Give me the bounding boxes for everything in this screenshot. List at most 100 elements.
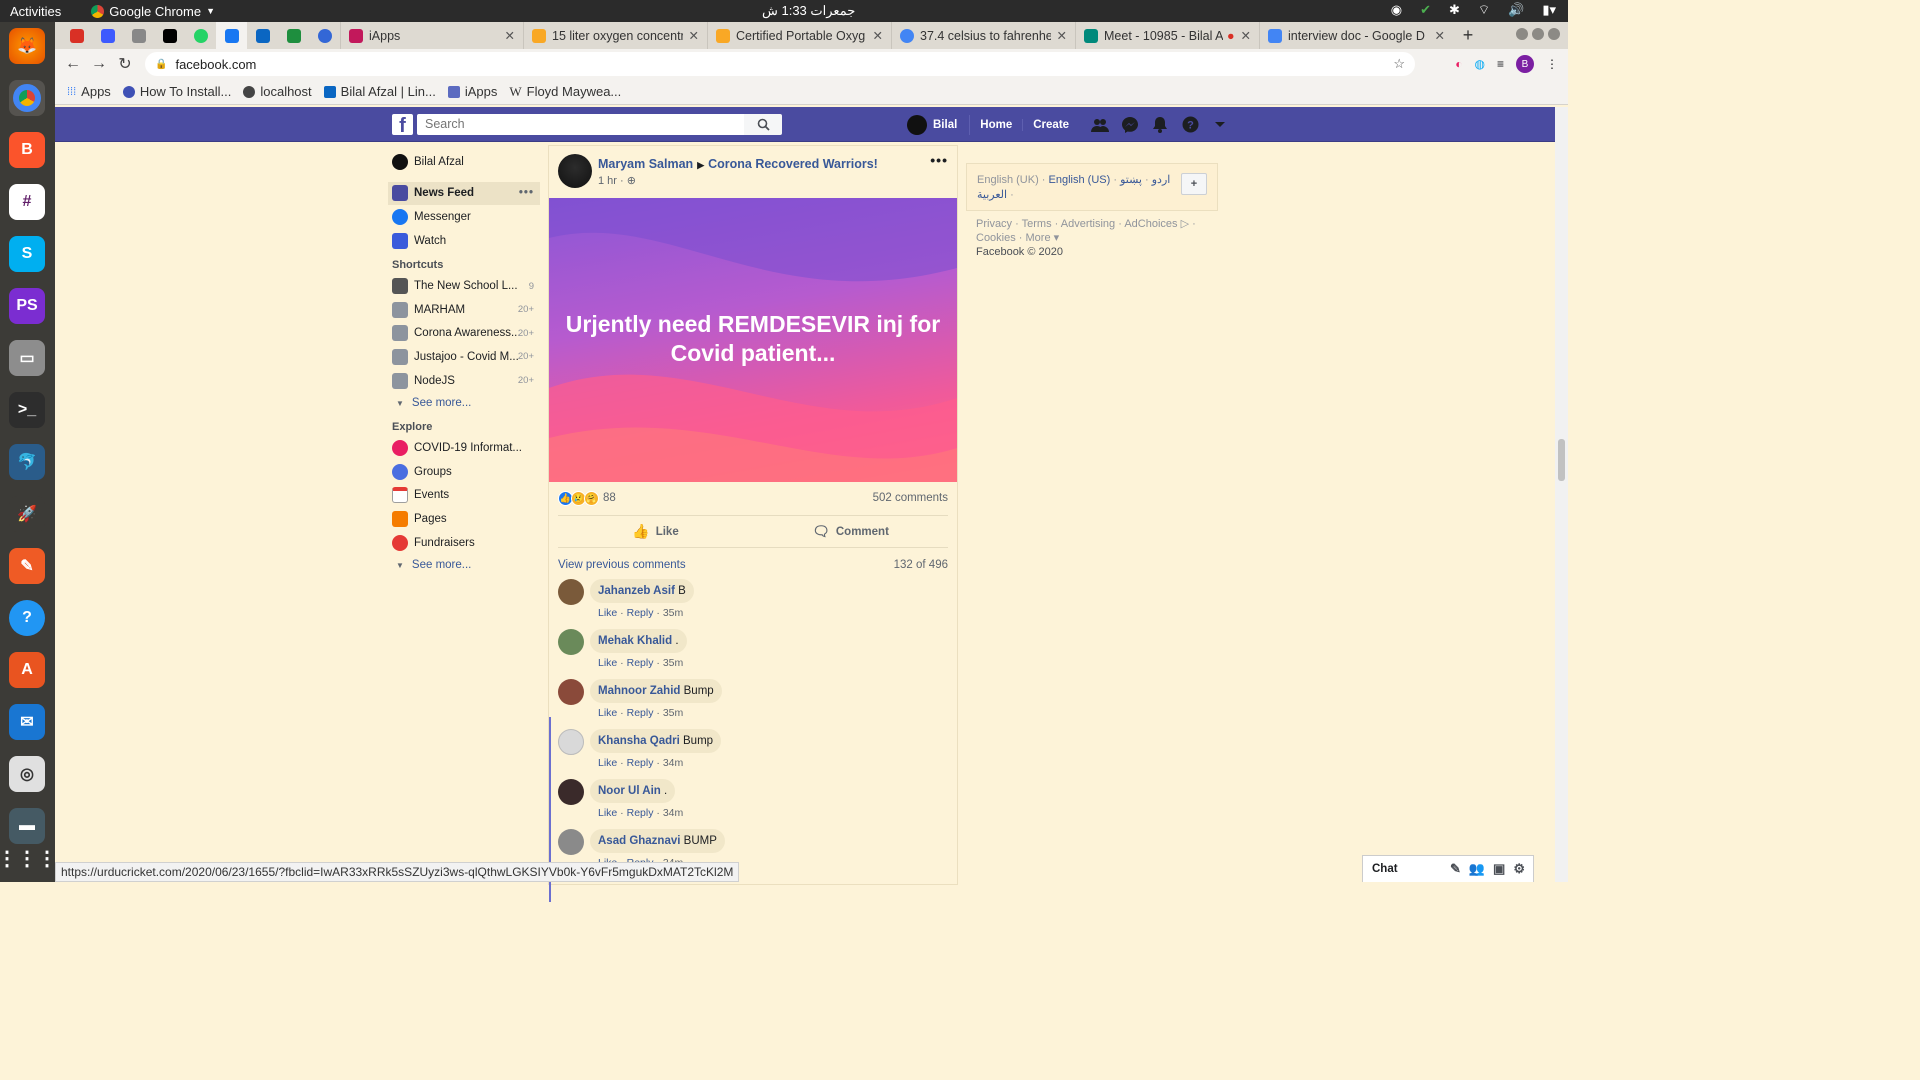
comment-reply-link[interactable]: Reply	[627, 707, 654, 719]
post-time[interactable]: 1 hr ·	[598, 175, 624, 187]
lang-english-us[interactable]: English (US)	[1049, 174, 1111, 186]
bookmark-star-icon[interactable]: ☆	[1393, 56, 1405, 72]
show-apps-icon[interactable]: ⋮⋮⋮	[0, 840, 57, 876]
pinned-tab-dev[interactable]	[154, 22, 185, 49]
nav-watch[interactable]: Watch	[388, 229, 540, 253]
lang-pashto[interactable]: پښتو	[1120, 174, 1142, 186]
close-window-button[interactable]	[1548, 28, 1560, 40]
group-name[interactable]: Corona Recovered Warriors!	[708, 157, 878, 171]
comment-reply-link[interactable]: Reply	[627, 757, 654, 769]
bookmark-apps[interactable]: ⁞⁞⁞ Apps	[67, 84, 111, 99]
chrome-dock-icon[interactable]	[9, 80, 45, 116]
commenter-avatar[interactable]	[558, 729, 584, 755]
shortcut-corona-awareness[interactable]: Corona Awareness... 20+	[388, 322, 540, 346]
more-options-icon[interactable]: •••	[519, 187, 534, 199]
author-name[interactable]: Maryam Salman	[598, 157, 693, 171]
profile-link[interactable]: Bilal	[907, 114, 971, 135]
comment-reply-link[interactable]: Reply	[627, 807, 654, 819]
commenter-name[interactable]: Asad Ghaznavi	[598, 835, 680, 847]
explore-events[interactable]: Events	[388, 484, 540, 508]
commenter-avatar[interactable]	[558, 629, 584, 655]
profile-avatar[interactable]: B	[1516, 55, 1534, 73]
firefox-icon[interactable]: 🦊	[9, 28, 45, 64]
reaction-count[interactable]: 88	[603, 492, 616, 504]
menu-icon[interactable]: ⋮	[1546, 57, 1558, 71]
pinned-tab-whatsapp[interactable]	[185, 22, 216, 49]
comment-like-link[interactable]: Like	[598, 707, 617, 719]
notifications-bell-icon[interactable]	[1151, 116, 1169, 134]
commenter-name[interactable]: Mahnoor Zahid	[598, 685, 680, 697]
comment-time[interactable]: 35m	[663, 707, 683, 719]
shortcut-marham[interactable]: MARHAM 20+	[388, 298, 540, 322]
commenter-name[interactable]: Khansha Qadri	[598, 735, 680, 747]
rhythmbox-icon[interactable]: ◎	[9, 756, 45, 792]
commenter-avatar[interactable]	[558, 779, 584, 805]
screen-icon[interactable]: ▬	[9, 808, 45, 844]
lang-urdu[interactable]: اردو	[1152, 174, 1171, 186]
commenter-avatar[interactable]	[558, 829, 584, 855]
profile-link[interactable]: Bilal Afzal	[388, 150, 540, 174]
tab-certified-portable[interactable]: Certified Portable Oxyg ✕	[707, 22, 891, 49]
bookmark-iapps[interactable]: iApps	[447, 84, 497, 99]
clock[interactable]: جمعرات 1:33 ش	[762, 3, 855, 19]
software-center-icon[interactable]: A	[9, 652, 45, 688]
page-scrollbar[interactable]	[1555, 107, 1568, 882]
reload-icon[interactable]: ↻	[112, 54, 138, 74]
app-menu[interactable]: Google Chrome ▼	[91, 4, 215, 19]
files-icon[interactable]: ▭	[9, 340, 45, 376]
explore-pages[interactable]: Pages	[388, 507, 540, 531]
home-link[interactable]: Home	[970, 118, 1024, 131]
phpstorm-icon[interactable]: PS	[9, 288, 45, 324]
tab-celsius[interactable]: 37.4 celsius to fahrenhe ✕	[891, 22, 1075, 49]
add-language-button[interactable]: +	[1181, 173, 1207, 195]
commenter-name[interactable]: Jahanzeb Asif	[598, 585, 675, 597]
rocket-icon[interactable]: 🚀	[9, 496, 45, 532]
pinned-tab-facebook[interactable]	[216, 22, 247, 49]
explore-groups[interactable]: Groups	[388, 460, 540, 484]
reactions[interactable]: 👍 😢 🤗	[558, 490, 599, 506]
pinned-tab-sheets[interactable]	[278, 22, 309, 49]
tab-interview-doc[interactable]: interview doc - Google D ✕	[1259, 22, 1453, 49]
settings-gear-icon[interactable]: ⚙	[1513, 861, 1525, 877]
address-bar[interactable]: 🔒 facebook.com ☆	[145, 52, 1415, 76]
footer-line-1[interactable]: Privacy · Terms · Advertising · AdChoice…	[976, 217, 1208, 231]
commenter-name[interactable]: Mehak Khalid	[598, 635, 672, 647]
pinned-tab-circle[interactable]	[309, 22, 340, 49]
author-avatar[interactable]	[558, 154, 592, 188]
comment-like-link[interactable]: Like	[598, 757, 617, 769]
mysql-workbench-icon[interactable]: 🐬	[9, 444, 45, 480]
extension-search-icon[interactable]: ◍	[1475, 57, 1485, 71]
commenter-name[interactable]: Noor Ul Ain	[598, 785, 661, 797]
like-button[interactable]: 👍 Like	[558, 516, 753, 547]
footer-line-2[interactable]: Cookies · More ▾	[976, 231, 1208, 245]
comment-button[interactable]: 🗨 Comment	[753, 516, 948, 547]
activities-button[interactable]: Activities	[10, 4, 61, 19]
compose-icon[interactable]: ✎	[1450, 861, 1461, 877]
postman-icon[interactable]: ✎	[9, 548, 45, 584]
post-options-icon[interactable]: •••	[930, 152, 948, 168]
tab-oxygen-concentrator[interactable]: 15 liter oxygen concentr ✕	[523, 22, 707, 49]
comment-reply-link[interactable]: Reply	[627, 657, 654, 669]
new-group-icon[interactable]: 👥	[1469, 861, 1485, 877]
brave-icon[interactable]: B	[9, 132, 45, 168]
commenter-avatar[interactable]	[558, 679, 584, 705]
comment-like-link[interactable]: Like	[598, 607, 617, 619]
comments-count[interactable]: 502 comments	[873, 492, 948, 504]
skype-icon[interactable]: S	[9, 236, 45, 272]
comment-like-link[interactable]: Like	[598, 657, 617, 669]
pinned-tab-jira[interactable]	[92, 22, 123, 49]
search-input[interactable]	[417, 114, 744, 135]
messenger-icon[interactable]	[1121, 116, 1139, 134]
help-icon[interactable]: ?	[9, 600, 45, 636]
close-icon[interactable]: ✕	[505, 28, 515, 43]
bookmark-localhost[interactable]: localhost	[243, 84, 312, 99]
pinned-tab-linkedin[interactable]	[247, 22, 278, 49]
comment-time[interactable]: 35m	[663, 657, 683, 669]
account-menu-caret-icon[interactable]	[1211, 116, 1229, 134]
new-tab-button[interactable]: +	[1453, 25, 1483, 46]
help-question-icon[interactable]: ?	[1181, 116, 1199, 134]
explore-covid-info[interactable]: COVID-19 Informat...	[388, 436, 540, 460]
shortcut-justajoo[interactable]: Justajoo - Covid M... 20+	[388, 345, 540, 369]
close-icon[interactable]: ✕	[689, 28, 699, 43]
back-icon[interactable]: ←	[60, 55, 86, 73]
